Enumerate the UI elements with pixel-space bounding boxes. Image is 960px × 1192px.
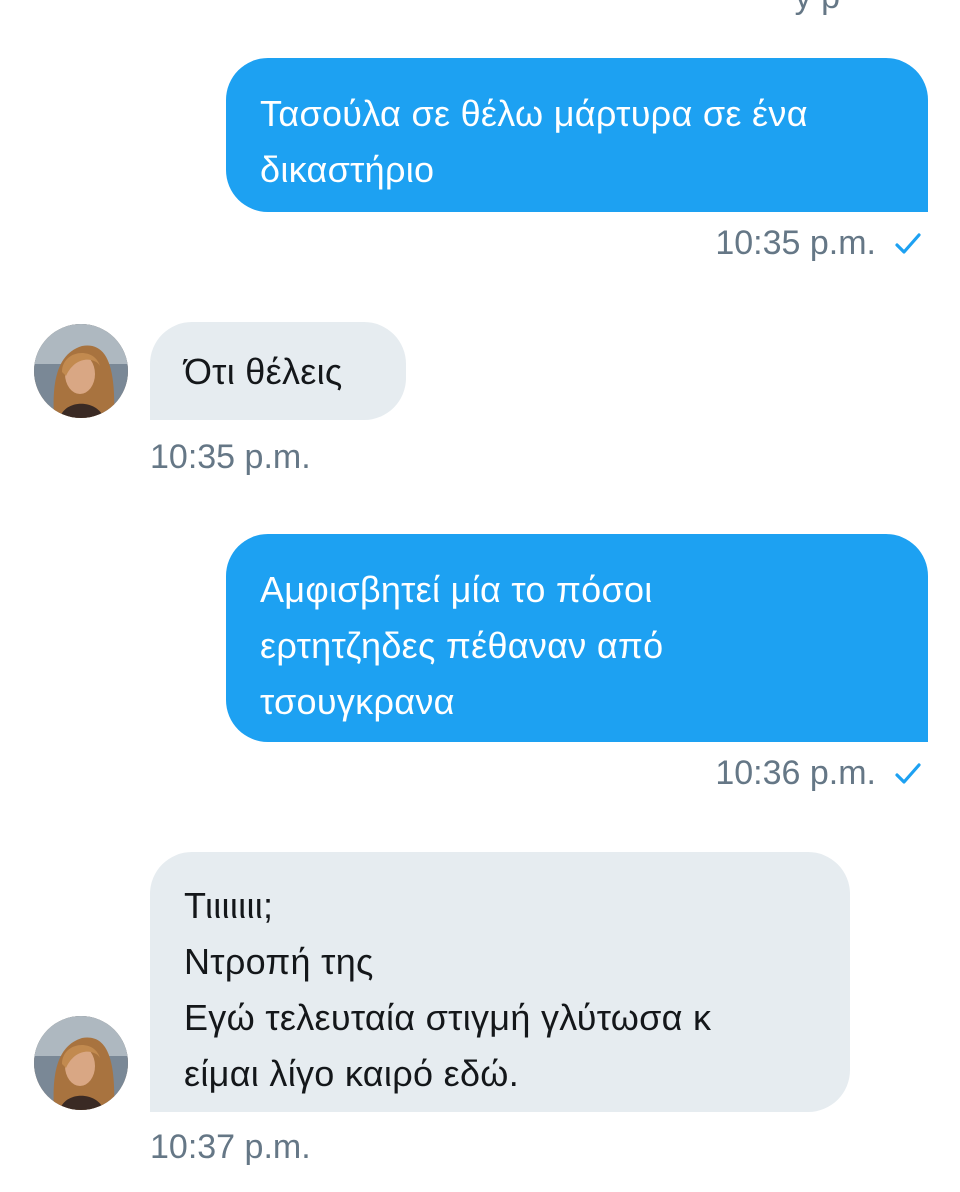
avatar-image — [34, 324, 128, 418]
received-message-bubble[interactable]: Τιιιιιιι; Ντροπή της Εγώ τελευταία στιγμ… — [150, 852, 850, 1112]
message-meta: 10:37 p.m. — [150, 1128, 311, 1167]
message-meta: 10:36 p.m. — [715, 754, 922, 793]
received-message-bubble[interactable]: Ότι θέλεις — [150, 322, 406, 420]
message-meta: 10:35 p.m. — [150, 438, 311, 477]
message-timestamp: 10:37 p.m. — [150, 1128, 311, 1166]
check-icon — [895, 762, 921, 784]
message-text: Εγώ τελευταία στιγμή γλύτωσα κ — [184, 997, 712, 1038]
previous-message-remnant: y p — [788, 0, 840, 17]
message-meta: 10:35 p.m. — [715, 224, 922, 263]
message-timestamp: 10:35 p.m. — [150, 438, 311, 476]
message-text: δικαστήριο — [260, 149, 435, 190]
avatar-image — [34, 1016, 128, 1110]
message-text: Τιιιιιιι; — [184, 885, 274, 926]
message-text: Ντροπή της — [184, 941, 374, 982]
avatar[interactable] — [34, 324, 128, 418]
message-text: Τασούλα σε θέλω μάρτυρα σε ένα — [260, 93, 808, 134]
check-icon — [895, 232, 921, 254]
message-text: τσουγκρανα — [260, 681, 455, 722]
message-text: ερτητζηδες πέθαναν από — [260, 625, 664, 666]
message-text: Ότι θέλεις — [184, 351, 343, 392]
message-timestamp: 10:35 p.m. — [715, 224, 876, 262]
message-text: είμαι λίγο καιρό εδώ. — [184, 1053, 519, 1094]
sent-message-bubble[interactable]: Αμφισβητεί μία το πόσοι ερτητζηδες πέθαν… — [226, 534, 928, 742]
message-timestamp: 10:36 p.m. — [715, 754, 876, 792]
avatar[interactable] — [34, 1016, 128, 1110]
message-text: Αμφισβητεί μία το πόσοι — [260, 569, 653, 610]
sent-message-bubble[interactable]: Τασούλα σε θέλω μάρτυρα σε ένα δικαστήρι… — [226, 58, 928, 212]
